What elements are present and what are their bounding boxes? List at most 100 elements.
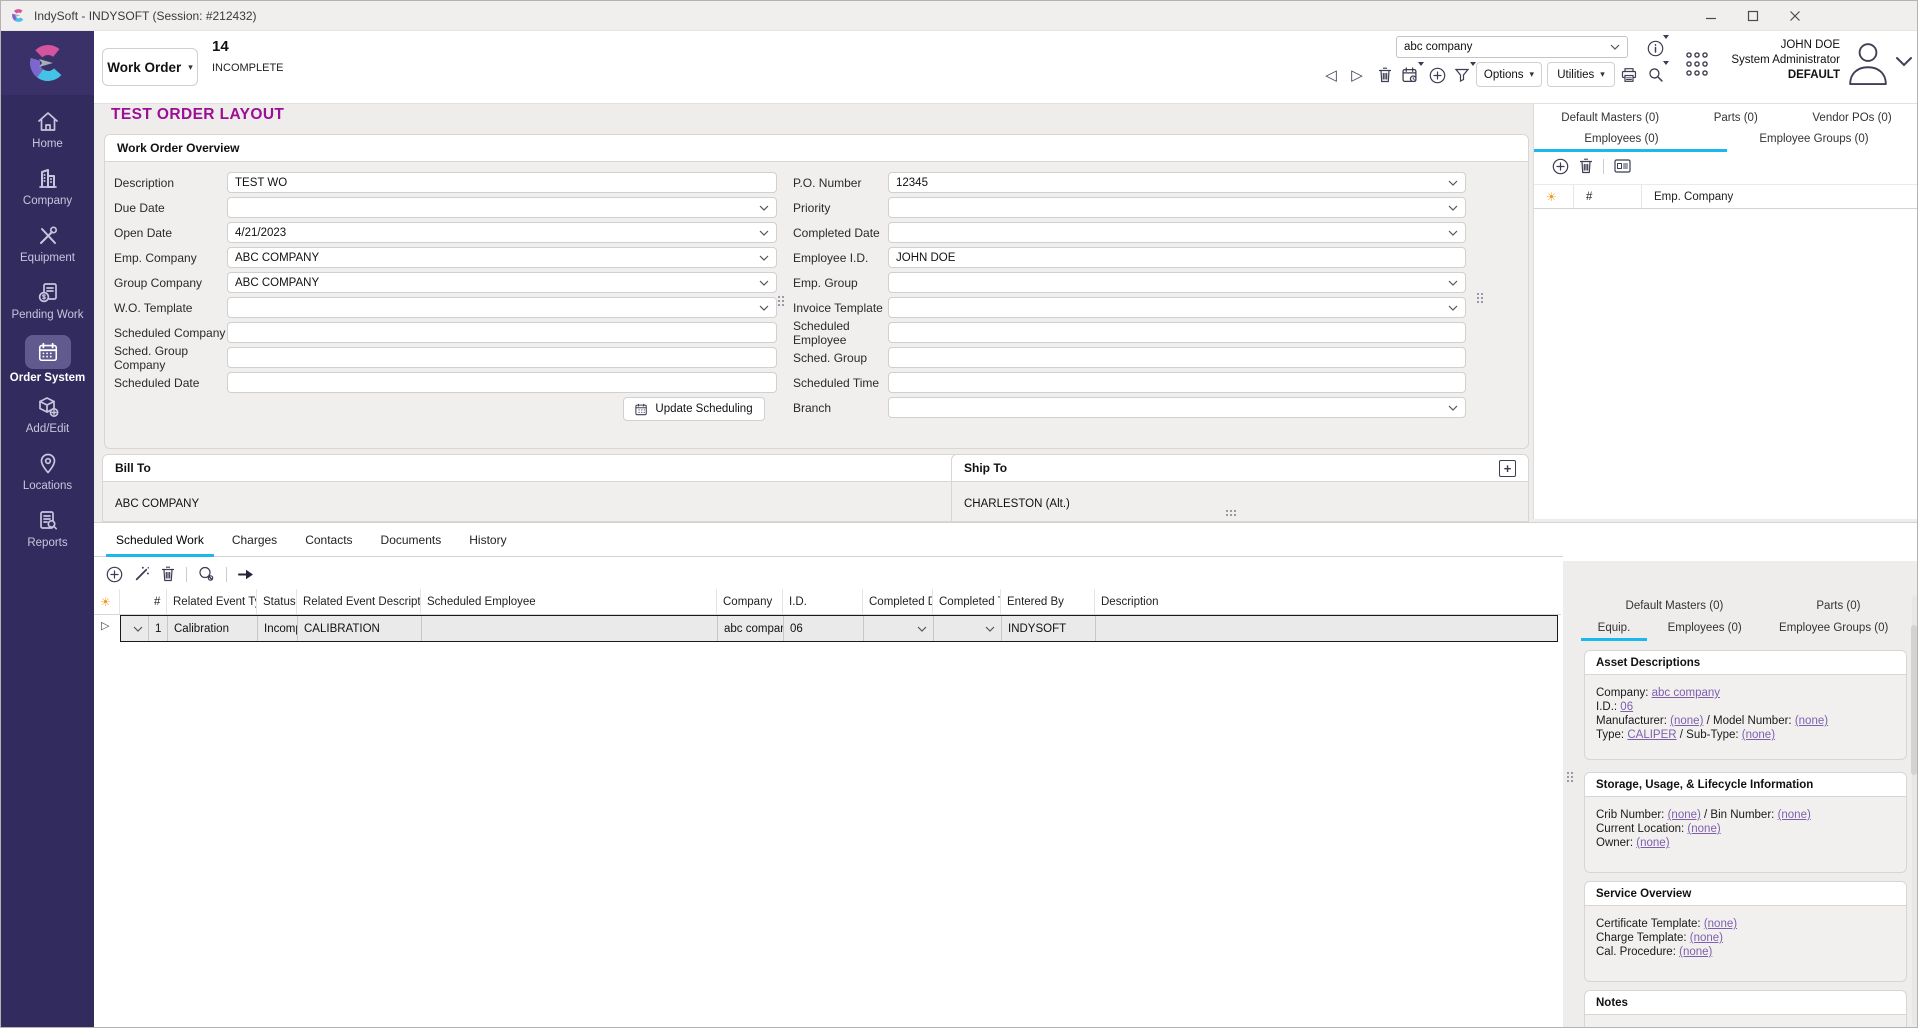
owner-link[interactable]: (none)	[1636, 837, 1669, 849]
filter-icon[interactable]	[1451, 64, 1473, 86]
user-menu-chevron-icon[interactable]	[1895, 54, 1913, 72]
column-header[interactable]: Completed Time	[933, 589, 1001, 614]
bin-number-link[interactable]: (none)	[1778, 809, 1811, 821]
wo-template-select[interactable]	[227, 297, 777, 318]
emp-company-select[interactable]: ABC COMPANY	[227, 247, 777, 268]
scheduled-time-input[interactable]	[888, 372, 1466, 393]
arrow-right-icon[interactable]	[238, 568, 255, 581]
charge-template-link[interactable]: (none)	[1690, 932, 1723, 944]
add-record-icon[interactable]	[1426, 64, 1448, 86]
sidebar-item-locations[interactable]: Locations	[1, 449, 94, 506]
tab-history[interactable]: History	[459, 525, 516, 556]
wand-edit-icon[interactable]	[134, 566, 150, 582]
update-scheduling-button[interactable]: Update Scheduling	[623, 397, 765, 421]
tab-vendor-pos[interactable]: Vendor POs (0)	[1810, 109, 1893, 127]
sidebar-item-add-edit[interactable]: Add/Edit	[1, 392, 94, 449]
column-header[interactable]: Related Event Type	[167, 589, 257, 614]
scrollbar[interactable]	[1912, 595, 1918, 1025]
tab-parts[interactable]: Parts (0)	[1712, 109, 1760, 127]
tab-employee-groups[interactable]: Employee Groups (0)	[1777, 619, 1890, 637]
tab-employee-groups[interactable]: Employee Groups (0)	[1757, 130, 1870, 148]
tab-scheduled-work[interactable]: Scheduled Work	[106, 525, 214, 556]
sidebar-item-company[interactable]: Company	[1, 164, 94, 221]
tab-documents[interactable]: Documents	[371, 525, 452, 556]
row-expand-icon[interactable]: ▷	[101, 619, 109, 632]
subtype-link[interactable]: (none)	[1742, 729, 1775, 741]
print-icon[interactable]	[1618, 64, 1640, 86]
column-header[interactable]: Emp. Company	[1642, 185, 1918, 208]
column-header[interactable]: #	[148, 589, 167, 614]
card-view-icon[interactable]	[1614, 159, 1631, 173]
id-link[interactable]: 06	[1620, 701, 1633, 713]
panel-splitter-handle[interactable]	[1566, 771, 1573, 783]
sidebar-item-equipment[interactable]: Equipment	[1, 221, 94, 278]
close-button[interactable]	[1774, 1, 1816, 31]
column-splitter-handle[interactable]	[777, 295, 784, 307]
column-header[interactable]: Completed Date	[863, 589, 933, 614]
sidebar-item-home[interactable]: Home	[1, 107, 94, 164]
calendar-schedule-icon[interactable]	[1399, 64, 1421, 86]
po-number-select[interactable]: 12345	[888, 172, 1466, 193]
completed-date-select[interactable]	[888, 222, 1466, 243]
description-input[interactable]: TEST WO	[227, 172, 777, 193]
maximize-button[interactable]	[1732, 1, 1774, 31]
column-header[interactable]: I.D.	[783, 589, 863, 614]
sidebar-item-reports[interactable]: Reports	[1, 506, 94, 563]
sun-icon[interactable]: ☀	[100, 595, 111, 609]
type-link[interactable]: CALIPER	[1627, 729, 1676, 741]
priority-select[interactable]	[888, 197, 1466, 218]
invoice-template-select[interactable]	[888, 297, 1466, 318]
column-header[interactable]: #	[1574, 185, 1642, 208]
panel-splitter-handle[interactable]	[1476, 292, 1483, 304]
column-header[interactable]: Entered By	[1001, 589, 1095, 614]
preview-search-icon[interactable]	[198, 566, 215, 582]
column-header[interactable]: Scheduled Employee	[421, 589, 717, 614]
delete-icon[interactable]	[1579, 158, 1593, 174]
employee-id-input[interactable]: JOHN DOE	[888, 247, 1466, 268]
user-avatar[interactable]	[1847, 38, 1889, 91]
tab-default-masters[interactable]: Default Masters (0)	[1559, 109, 1661, 127]
sched-group-input[interactable]	[888, 347, 1466, 368]
utilities-button[interactable]: Utilities▾	[1547, 62, 1615, 87]
cal-procedure-link[interactable]: (none)	[1679, 946, 1712, 958]
certificate-template-link[interactable]: (none)	[1704, 918, 1737, 930]
search-combobox[interactable]: abc company	[1396, 36, 1628, 58]
tab-contacts[interactable]: Contacts	[295, 525, 362, 556]
search-icon[interactable]	[1644, 63, 1666, 85]
info-icon[interactable]	[1644, 37, 1666, 59]
add-employee-icon[interactable]	[1552, 158, 1569, 175]
record-type-dropdown[interactable]: Work Order▾	[102, 48, 198, 86]
column-header[interactable]: Related Event Description	[297, 589, 421, 614]
table-row[interactable]: 1 Calibration Incomplete CALIBRATION abc…	[120, 615, 1558, 642]
group-company-select[interactable]: ABC COMPANY	[227, 272, 777, 293]
tab-parts[interactable]: Parts (0)	[1814, 597, 1862, 615]
tab-charges[interactable]: Charges	[222, 525, 287, 556]
add-event-icon[interactable]	[106, 566, 123, 583]
add-ship-to-icon[interactable]: +	[1499, 460, 1516, 477]
column-header[interactable]: Status	[257, 589, 297, 614]
scheduled-employee-input[interactable]	[888, 322, 1466, 343]
next-record-button[interactable]: ▷	[1346, 64, 1368, 86]
model-number-link[interactable]: (none)	[1795, 715, 1828, 727]
sidebar-item-pending-work[interactable]: Pending Work	[1, 278, 94, 335]
company-link[interactable]: abc company	[1652, 687, 1720, 699]
manufacturer-link[interactable]: (none)	[1670, 715, 1703, 727]
sched-group-company-input[interactable]	[227, 347, 777, 368]
sidebar-item-order-system[interactable]: Order System	[1, 335, 94, 392]
tab-equip[interactable]: Equip.	[1596, 619, 1633, 637]
previous-record-button[interactable]: ◁	[1320, 64, 1342, 86]
crib-number-link[interactable]: (none)	[1668, 809, 1701, 821]
tab-employees[interactable]: Employees (0)	[1582, 130, 1660, 148]
scrollbar-thumb[interactable]	[1911, 625, 1917, 775]
app-logo[interactable]	[1, 31, 94, 95]
horizontal-splitter-handle[interactable]	[1225, 509, 1237, 516]
delete-icon[interactable]	[1374, 64, 1396, 86]
apps-grid-icon[interactable]	[1683, 47, 1711, 81]
column-header[interactable]: Description	[1095, 589, 1561, 614]
column-header[interactable]: Company	[717, 589, 783, 614]
minimize-button[interactable]	[1690, 1, 1732, 31]
options-button[interactable]: Options▾	[1476, 62, 1542, 87]
emp-group-select[interactable]	[888, 272, 1466, 293]
sun-icon[interactable]: ☀	[1546, 190, 1557, 204]
scheduled-date-input[interactable]	[227, 372, 777, 393]
